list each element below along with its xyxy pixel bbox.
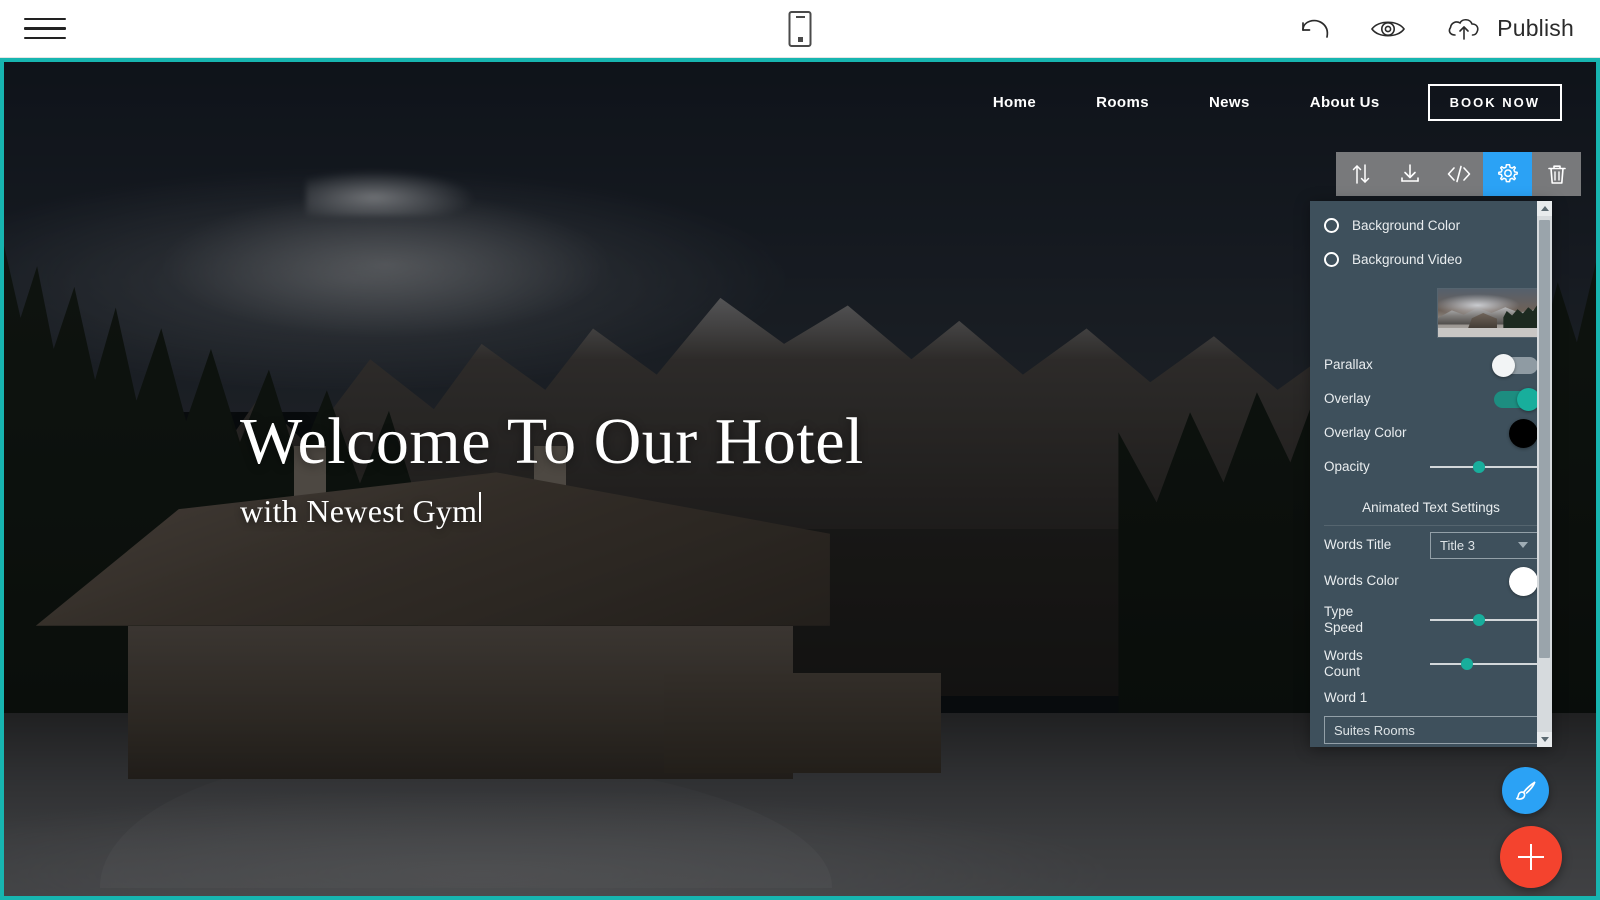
download-block-icon[interactable] <box>1385 152 1434 196</box>
words-title-dropdown[interactable]: Title 3 <box>1430 531 1538 559</box>
scrollbar-thumb[interactable] <box>1539 220 1550 658</box>
words-count-label: Words Count <box>1324 648 1430 679</box>
scrollbar-track[interactable] <box>1537 216 1552 732</box>
words-color-row: Words Color <box>1310 564 1552 598</box>
words-color-swatch[interactable] <box>1509 566 1538 596</box>
opacity-slider[interactable] <box>1430 457 1538 477</box>
type-speed-row: Type Speed <box>1310 598 1552 642</box>
hero-subtitle-row: with Newest Gym <box>240 492 864 530</box>
hero-block[interactable]: Home Rooms News About Us BOOK NOW Welcom… <box>4 62 1596 896</box>
opacity-row: Opacity <box>1310 450 1552 484</box>
radio-icon[interactable] <box>1324 252 1339 267</box>
block-settings-icon[interactable] <box>1483 152 1532 196</box>
chevron-down-icon <box>1518 542 1528 548</box>
parallax-toggle[interactable] <box>1492 353 1538 377</box>
hamburger-line <box>24 27 66 30</box>
delete-block-icon[interactable] <box>1532 152 1581 196</box>
triangle-down <box>1540 737 1549 742</box>
settings-panel-scrollbar[interactable] <box>1537 201 1552 747</box>
background-color-label: Background Color <box>1352 217 1461 233</box>
plus-icon <box>1529 844 1533 870</box>
editor-app-bar: Publish <box>0 0 1600 58</box>
slider-thumb[interactable] <box>1473 461 1485 473</box>
overlay-label: Overlay <box>1324 391 1371 407</box>
slider-thumb[interactable] <box>1473 614 1485 626</box>
word1-label: Word 1 <box>1324 690 1368 706</box>
type-speed-slider[interactable] <box>1430 610 1538 630</box>
words-title-row: Words Title Title 3 <box>1310 526 1552 564</box>
mobile-device-icon[interactable] <box>788 10 812 47</box>
words-count-label-line1: Words <box>1324 648 1363 664</box>
words-count-slider[interactable] <box>1430 654 1538 674</box>
phone-glyph <box>788 10 812 47</box>
settings-panel-scroll-area: Background Color Background Video Parall… <box>1310 201 1552 747</box>
words-count-label-line2: Count <box>1324 664 1361 679</box>
background-video-option[interactable]: Background Video <box>1310 245 1552 274</box>
parallax-label: Parallax <box>1324 357 1373 373</box>
block-toolbar <box>1336 152 1581 196</box>
overlay-toggle[interactable] <box>1494 387 1540 411</box>
words-color-label: Words Color <box>1324 573 1399 589</box>
hero-title[interactable]: Welcome To Our Hotel <box>240 407 864 477</box>
overlay-color-swatch[interactable] <box>1509 418 1538 448</box>
type-speed-label-line1: Type <box>1324 604 1354 620</box>
word1-input[interactable]: Suites Rooms <box>1324 716 1538 744</box>
nav-link-about-us[interactable]: About Us <box>1280 94 1410 111</box>
nav-link-home[interactable]: Home <box>963 94 1066 111</box>
scroll-up-arrow-icon[interactable] <box>1537 201 1552 216</box>
slider-thumb[interactable] <box>1461 658 1473 670</box>
word1-row: Word 1 <box>1310 686 1552 710</box>
publish-label: Publish <box>1497 15 1574 41</box>
typing-caret <box>479 492 482 523</box>
overlay-color-label: Overlay Color <box>1324 425 1407 441</box>
eye-preview-icon[interactable] <box>1369 14 1407 44</box>
type-speed-label-line2: Speed <box>1324 620 1364 635</box>
overlay-color-row: Overlay Color <box>1310 416 1552 450</box>
toggle-knob <box>1492 353 1515 377</box>
background-video-label: Background Video <box>1352 251 1463 267</box>
add-block-button[interactable] <box>1500 826 1562 888</box>
cloud-upload-icon <box>1445 14 1485 44</box>
site-navigation: Home Rooms News About Us BOOK NOW <box>963 84 1580 121</box>
site-canvas: Home Rooms News About Us BOOK NOW Welcom… <box>0 58 1600 900</box>
words-title-label: Words Title <box>1324 537 1392 553</box>
radio-icon[interactable] <box>1324 218 1339 233</box>
words-count-row: Words Count <box>1310 642 1552 686</box>
slider-track <box>1430 663 1538 665</box>
hamburger-line <box>24 36 66 40</box>
parallax-row: Parallax <box>1310 348 1552 382</box>
animated-text-settings-header: Animated Text Settings <box>1324 488 1538 526</box>
overlay-row: Overlay <box>1310 382 1552 416</box>
book-now-button[interactable]: BOOK NOW <box>1427 84 1562 121</box>
scroll-down-arrow-icon[interactable] <box>1537 732 1552 747</box>
publish-button[interactable]: Publish <box>1445 14 1574 44</box>
background-image-thumbnail[interactable] <box>1437 288 1538 338</box>
hamburger-line <box>24 17 66 21</box>
triangle-up <box>1540 206 1549 211</box>
undo-arrow-icon[interactable] <box>1297 14 1331 44</box>
background-color-option[interactable]: Background Color <box>1310 211 1552 240</box>
opacity-label: Opacity <box>1324 459 1370 475</box>
hero-subtitle[interactable]: with Newest Gym <box>240 493 477 530</box>
thumb-snow <box>1438 328 1537 337</box>
site-style-button[interactable] <box>1502 767 1549 814</box>
block-settings-panel: Background Color Background Video Parall… <box>1310 201 1552 747</box>
hero-text-group: Welcome To Our Hotel with Newest Gym <box>240 407 864 530</box>
type-speed-label: Type Speed <box>1324 604 1430 635</box>
edit-code-icon[interactable] <box>1434 152 1483 196</box>
app-bar-actions: Publish <box>1297 14 1574 44</box>
hamburger-menu-icon[interactable] <box>24 11 68 47</box>
words-title-value: Title 3 <box>1440 537 1475 553</box>
move-block-icon[interactable] <box>1336 152 1385 196</box>
nav-link-news[interactable]: News <box>1179 94 1280 111</box>
nav-link-rooms[interactable]: Rooms <box>1066 94 1179 111</box>
